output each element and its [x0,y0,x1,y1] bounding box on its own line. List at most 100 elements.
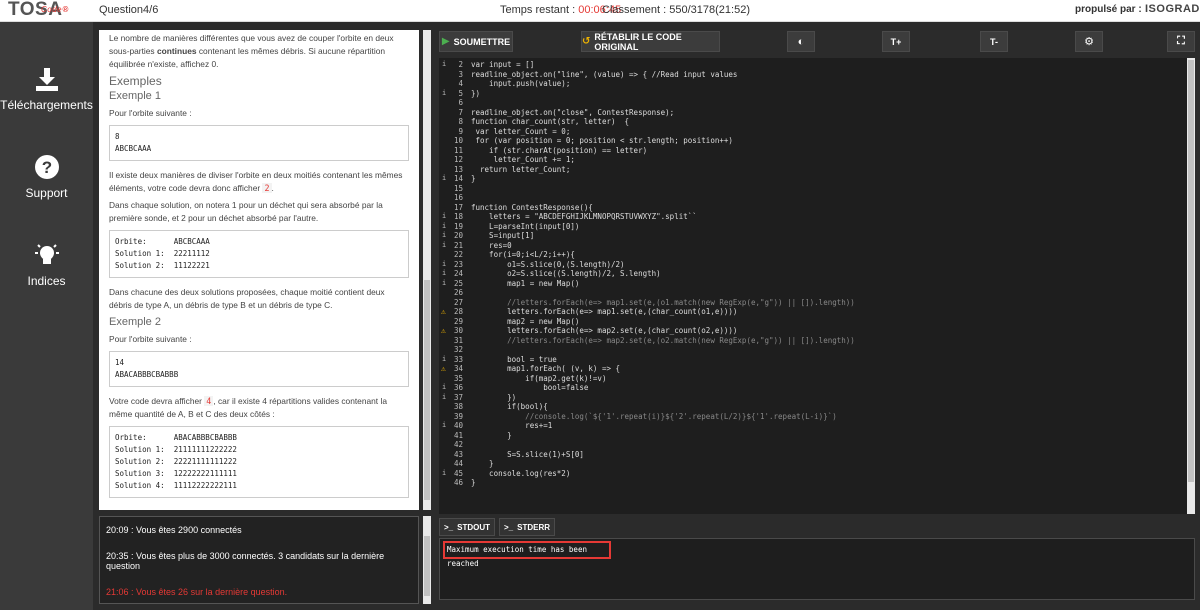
code-text: return letter_Count; [471,164,571,174]
code-line[interactable]: 3 readline_object.on("line", (value) => {… [439,70,1184,80]
fullscreen-button[interactable]: ⛶ [1167,31,1195,52]
code-line[interactable]: ⚠ 34 map1.forEach( (v, k) => { [439,364,1184,374]
powered-by-label: propulsé par : [1075,4,1142,15]
line-number: 7 [458,107,463,117]
code-line[interactable]: 32 [439,345,1184,355]
code-editor[interactable]: i 2 var input = [] 3 readline_object.on("lin… [439,58,1187,514]
code-line[interactable]: i 14} [439,174,1184,184]
code-line[interactable]: i 25 map1 = new Map() [439,279,1184,289]
settings-button[interactable]: ⚙ [1075,31,1103,52]
code-text: res=0 [471,240,512,250]
code-line[interactable]: 17 function ContestResponse(){ [439,203,1184,213]
font-increase-button[interactable]: T+ [882,31,910,52]
reset-icon: ↺ [582,36,591,47]
code-line[interactable]: 26 [439,288,1184,298]
line-number: 19 [453,221,463,231]
sidebar-item-support[interactable]: ? Support [0,154,93,200]
code-line[interactable]: 38 if(bool){ [439,402,1184,412]
code-line[interactable]: ⚠ 30 letters.forEach(e=> map2.set(e,(char… [439,326,1184,336]
line-number: 14 [453,174,463,183]
line-number: 13 [453,164,463,174]
chat-scrollbar[interactable] [423,516,431,604]
code-line[interactable]: 6 [439,98,1184,108]
code-line[interactable]: i 37 }) [439,393,1184,403]
code-line[interactable]: 29 map2 = new Map() [439,317,1184,327]
code-line[interactable]: 7 readline_object.on("close", ContestResp… [439,108,1184,118]
code-text: var input = [] [471,60,535,69]
editor-scrollbar[interactable] [1187,58,1195,514]
example1-input-label: Pour l'orbite suivante : [109,108,192,118]
tab-stderr[interactable]: >_ STDERR [499,518,555,536]
code-text: function ContestResponse(){ [471,202,593,212]
line-number: 12 [453,155,463,164]
submit-button[interactable]: ▶ SOUMETTRE [439,31,513,52]
code-line[interactable]: i 23 o1=S.slice(0,(S.length)/2) [439,260,1184,270]
line-number: 28 [453,307,463,316]
code-line[interactable]: 39 //console.log(`${'1'.repeat(i)}${'2'.… [439,412,1184,422]
isograd-logo: ISOGRAD [1145,3,1200,15]
line-number: 24 [453,269,463,278]
code-line[interactable]: i 33 bool = true [439,355,1184,365]
top-bar: TOSA® Code Question4/6 Temps restant : 00… [0,0,1200,22]
tab-label: STDERR [517,522,550,532]
code-line[interactable]: i 20 S=input[1] [439,231,1184,241]
sidebar-item-hints[interactable]: Indices [0,242,93,288]
line-number: 22 [453,250,463,259]
scrollbar-thumb[interactable] [424,280,430,500]
code-text: for(i=0;i<L/2;i++){ [471,250,575,259]
line-number: 32 [453,345,463,354]
theme-toggle-button[interactable]: ◐ [787,31,815,52]
line-number: 36 [453,383,463,392]
code-line[interactable]: 43 S=S.slice(1)+S[0] [439,450,1184,460]
scrollbar-thumb[interactable] [424,536,430,596]
problem-scrollbar[interactable] [423,30,431,510]
line-number: 44 [453,459,463,468]
code-line[interactable]: 4 input.push(value); [439,79,1184,89]
example2-text: Votre code devra afficher 4, car il exis… [109,396,387,419]
code-line[interactable]: 35 if(map2.get(k)!=v) [439,374,1184,384]
code-line[interactable]: 22 for(i=0;i<L/2;i++){ [439,250,1184,260]
code-line[interactable]: i 45 console.log(res*2) [439,469,1184,479]
code-line[interactable]: 8 function char_count(str, letter) { [439,117,1184,127]
code-line[interactable]: i 21 res=0 [439,241,1184,251]
code-line[interactable]: 11 if (str.charAt(position) == letter) [439,146,1184,156]
code-line[interactable]: i 18 letters = "ABCDEFGHIJKLMNOPQRSTUVWXY… [439,212,1184,222]
font-decrease-button[interactable]: T- [980,31,1008,52]
code-line[interactable]: 10 for (var position = 0; position < str… [439,136,1184,146]
reset-code-button[interactable]: ↺ RÉTABLIR LE CODE ORIGINAL [581,31,720,52]
tab-stdout[interactable]: >_ STDOUT [439,518,495,536]
code-line[interactable]: 42 [439,440,1184,450]
code-line[interactable]: 9 var letter_Count = 0; [439,127,1184,137]
sidebar-item-downloads[interactable]: Téléchargements [0,66,93,112]
chat-panel: 20:09 : Vous êtes 2900 connectés 20:35 :… [99,516,419,604]
example2-input-label: Pour l'orbite suivante : [109,334,192,344]
code-line[interactable]: i 2 var input = [] [439,60,1184,70]
line-number: 4 [458,79,463,88]
gear-icon: ⚙ [1084,36,1094,48]
code-line[interactable]: 13 return letter_Count; [439,165,1184,175]
line-number: 34 [453,364,463,373]
font-decrease-label: T- [990,36,998,47]
code-line[interactable]: i 5}) [439,89,1184,99]
code-line[interactable]: i 36 bool=false [439,383,1184,393]
code-line[interactable]: 16 [439,193,1184,203]
code-line[interactable]: 31 //letters.forEach(e=> map2.set(e,(o2.… [439,336,1184,346]
help-icon: ? [34,155,59,179]
code-line[interactable]: i 40 res+=1 [439,421,1184,431]
code-line[interactable]: 12 letter_Count += 1; [439,155,1184,165]
scrollbar-thumb[interactable] [1188,60,1194,482]
code-line[interactable]: i 24 o2=S.slice((S.length)/2, S.length) [439,269,1184,279]
sidebar: Téléchargements ? Support Indices [0,22,93,610]
code-line[interactable]: 44 } [439,459,1184,469]
code-text: letters = "ABCDEFGHIJKLMNOPQRSTUVWXYZ".s… [471,212,697,221]
code-line[interactable]: i 19 L=parseInt(input[0]) [439,222,1184,232]
code-line[interactable]: 15 [439,184,1184,194]
code-line[interactable]: 27 //letters.forEach(e=> map1.set(e,(o1.… [439,298,1184,308]
output-console: Maximum execution time has been reached [439,538,1195,600]
code-text: for (var position = 0; position < str.le… [471,136,733,145]
code-line[interactable]: 41 } [439,431,1184,441]
reset-label: RÉTABLIR LE CODE ORIGINAL [594,31,682,52]
code-text: //console.log(`${'1'.repeat(i)}${'2'.rep… [471,411,837,421]
code-line[interactable]: ⚠ 28 letters.forEach(e=> map1.set(e,(char… [439,307,1184,317]
code-line[interactable]: 46} [439,478,1184,488]
